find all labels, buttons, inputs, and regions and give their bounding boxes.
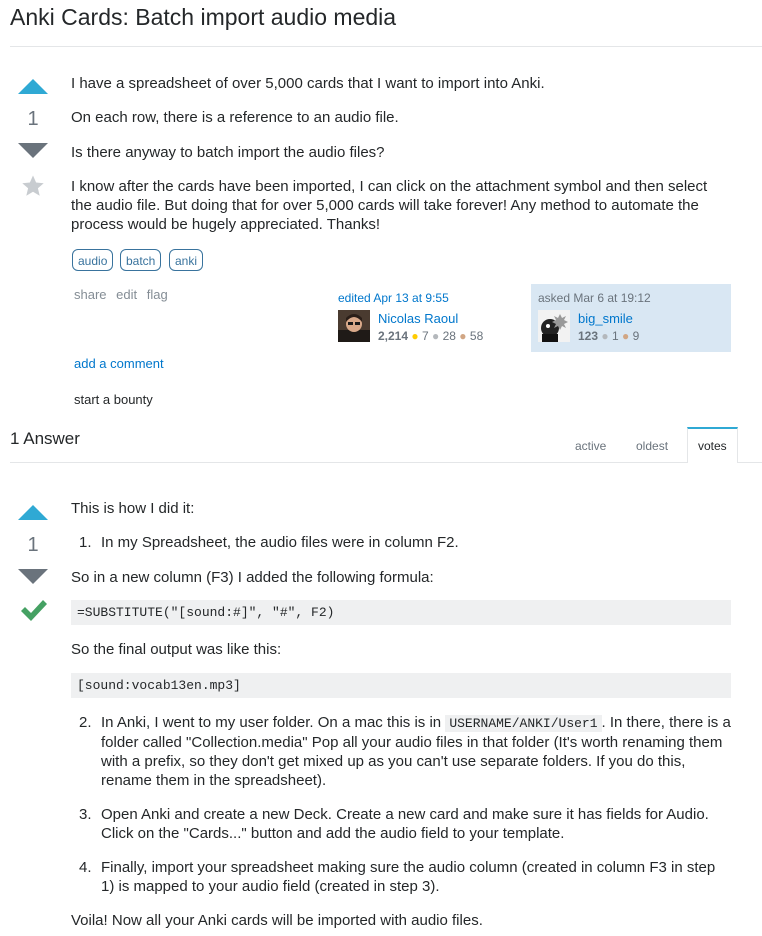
list-number: 3. xyxy=(79,806,92,823)
downvote-icon[interactable] xyxy=(18,143,48,158)
asker-reputation-row: 123 ● 1 ● 9 xyxy=(578,329,639,343)
editor-reputation-row: 2,214 ● 7 ● 28 ● 58 xyxy=(378,329,483,343)
bronze-badge-icon: ● xyxy=(459,329,467,343)
question-title[interactable]: Anki Cards: Batch import audio media xyxy=(10,4,396,30)
tab-oldest[interactable]: oldest xyxy=(636,439,668,453)
question-paragraph: Is there anyway to batch import the audi… xyxy=(71,144,385,161)
list-number: 4. xyxy=(79,859,92,876)
asker-name[interactable]: big_smile xyxy=(578,311,633,326)
edited-timestamp[interactable]: edited Apr 13 at 9:55 xyxy=(338,291,449,305)
output-code: [sound:vocab13en.mp3] xyxy=(77,678,241,693)
asker-bronze-count: 9 xyxy=(632,329,640,343)
answer-paragraph: So the final output was like this: xyxy=(71,641,282,658)
question-vote-count: 1 xyxy=(27,108,39,130)
silver-badge-icon: ● xyxy=(432,329,440,343)
answer-paragraph: So in a new column (F3) I added the foll… xyxy=(71,569,434,586)
asker-silver-count: 1 xyxy=(611,329,619,343)
answer-downvote-icon[interactable] xyxy=(18,569,48,584)
editor-silver-count: 28 xyxy=(442,329,456,343)
list-text: Finally, import your spreadsheet making … xyxy=(101,859,716,895)
tag-audio[interactable]: audio xyxy=(72,249,114,271)
bronze-badge-icon: ● xyxy=(622,329,630,343)
answer-count-heading: 1 Answer xyxy=(10,429,80,448)
editor-bronze-count: 58 xyxy=(469,329,484,343)
share-link[interactable]: share xyxy=(74,287,107,302)
answers-header-divider-right xyxy=(738,462,762,463)
answer-closing: Voila! Now all your Anki cards will be i… xyxy=(71,912,483,929)
question-paragraph: I know after the cards have been importe… xyxy=(71,178,708,233)
editor-gold-count: 7 xyxy=(421,329,429,343)
step2-text-start: In Anki, I went to my user folder. On a … xyxy=(101,714,446,731)
upvote-icon[interactable] xyxy=(18,79,48,94)
tag-anki[interactable]: anki xyxy=(169,249,204,271)
title-divider xyxy=(10,46,762,47)
asked-timestamp: asked Mar 6 at 19:12 xyxy=(538,291,651,305)
user-folder-path: USERNAME/ANKI/User1 xyxy=(445,715,602,732)
formula-code-block: =SUBSTITUTE("[sound:#]", "#", F2) xyxy=(71,600,731,625)
question-paragraph: On each row, there is a reference to an … xyxy=(71,109,399,126)
answer-vote-count: 1 xyxy=(27,534,39,556)
post-menu: share edit flag xyxy=(74,287,174,302)
start-bounty-link[interactable]: start a bounty xyxy=(74,392,153,407)
list-text: In Anki, I went to my user folder. On a … xyxy=(101,713,731,790)
question-paragraph: I have a spreadsheet of over 5,000 cards… xyxy=(71,75,545,92)
editor-name[interactable]: Nicolas Raoul xyxy=(378,311,458,326)
edit-link[interactable]: edit xyxy=(116,287,137,302)
editor-reputation: 2,214 xyxy=(378,329,409,343)
asker-avatar[interactable] xyxy=(538,310,570,342)
list-number: 2. xyxy=(79,714,92,731)
output-code-block: [sound:vocab13en.mp3] xyxy=(71,673,731,698)
favorite-star-icon[interactable] xyxy=(21,174,45,198)
silver-badge-icon: ● xyxy=(601,329,609,343)
answer-intro: This is how I did it: xyxy=(71,500,195,517)
flag-link[interactable]: flag xyxy=(147,287,168,302)
list-text: In my Spreadsheet, the audio files were … xyxy=(101,534,459,551)
accepted-checkmark-icon xyxy=(19,598,47,624)
tab-active[interactable]: active xyxy=(575,439,606,453)
asker-reputation: 123 xyxy=(578,329,599,343)
tag-batch[interactable]: batch xyxy=(120,249,162,271)
answer-upvote-icon[interactable] xyxy=(18,505,48,520)
gold-badge-icon: ● xyxy=(411,329,419,343)
answers-header-divider xyxy=(10,462,687,463)
editor-avatar[interactable] xyxy=(338,310,370,342)
list-number: 1. xyxy=(79,534,92,551)
add-comment-link[interactable]: add a comment xyxy=(74,356,164,371)
list-text: Open Anki and create a new Deck. Create … xyxy=(101,806,709,842)
formula-code: =SUBSTITUTE("[sound:#]", "#", F2) xyxy=(77,605,335,620)
tab-votes[interactable]: votes xyxy=(698,439,727,453)
